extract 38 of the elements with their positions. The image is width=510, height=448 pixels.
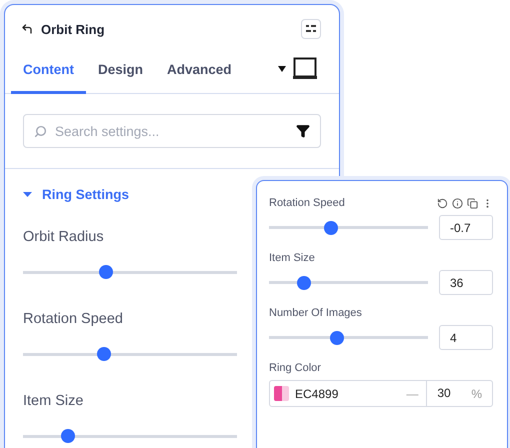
number-field[interactable]: 36 xyxy=(439,270,493,295)
tab[interactable]: Content xyxy=(11,62,86,94)
layout-button[interactable] xyxy=(301,19,321,39)
slider-thumb[interactable] xyxy=(60,429,75,443)
square-icon[interactable] xyxy=(293,57,317,79)
back-icon[interactable] xyxy=(21,23,33,35)
control-label: Number Of Images xyxy=(269,307,362,319)
caret-icon xyxy=(23,190,32,198)
separator-dash: — xyxy=(406,386,420,400)
slider-thumb[interactable] xyxy=(324,220,338,234)
slider-thumb[interactable] xyxy=(296,276,311,290)
control-label: Ring Color xyxy=(269,362,321,374)
number-field[interactable]: -0.7 xyxy=(439,215,493,240)
opacity-value: 30 xyxy=(426,381,472,406)
filter-icon[interactable] xyxy=(296,124,310,138)
caret-icon[interactable] xyxy=(277,65,287,73)
copy-icon[interactable] xyxy=(467,198,478,208)
control-label: Orbit Radius xyxy=(23,229,104,245)
search-icon xyxy=(34,124,47,138)
hex-value: EC4899 xyxy=(295,386,340,400)
unit-label: % xyxy=(471,386,483,400)
info-icon[interactable] xyxy=(452,198,463,208)
slider-thumb[interactable] xyxy=(99,265,114,279)
slider-thumb[interactable] xyxy=(330,330,344,344)
search-field[interactable]: Search settings... xyxy=(23,114,321,148)
tab[interactable]: Advanced xyxy=(155,62,244,94)
reset-icon[interactable] xyxy=(437,198,448,208)
control-label: Item Size xyxy=(23,393,84,409)
grid-icon xyxy=(305,24,317,34)
tab[interactable]: Design xyxy=(86,62,156,94)
control-label: Rotation Speed xyxy=(269,197,345,209)
number-field[interactable]: 4 xyxy=(439,325,493,350)
control-label: Item Size xyxy=(269,252,315,264)
slider-thumb[interactable] xyxy=(97,347,112,361)
control-label: Rotation Speed xyxy=(23,311,123,327)
color-field[interactable]: EC4899 — 30 % xyxy=(269,380,493,407)
panel-title: Orbit Ring xyxy=(41,22,106,36)
color-swatch[interactable] xyxy=(274,386,289,401)
